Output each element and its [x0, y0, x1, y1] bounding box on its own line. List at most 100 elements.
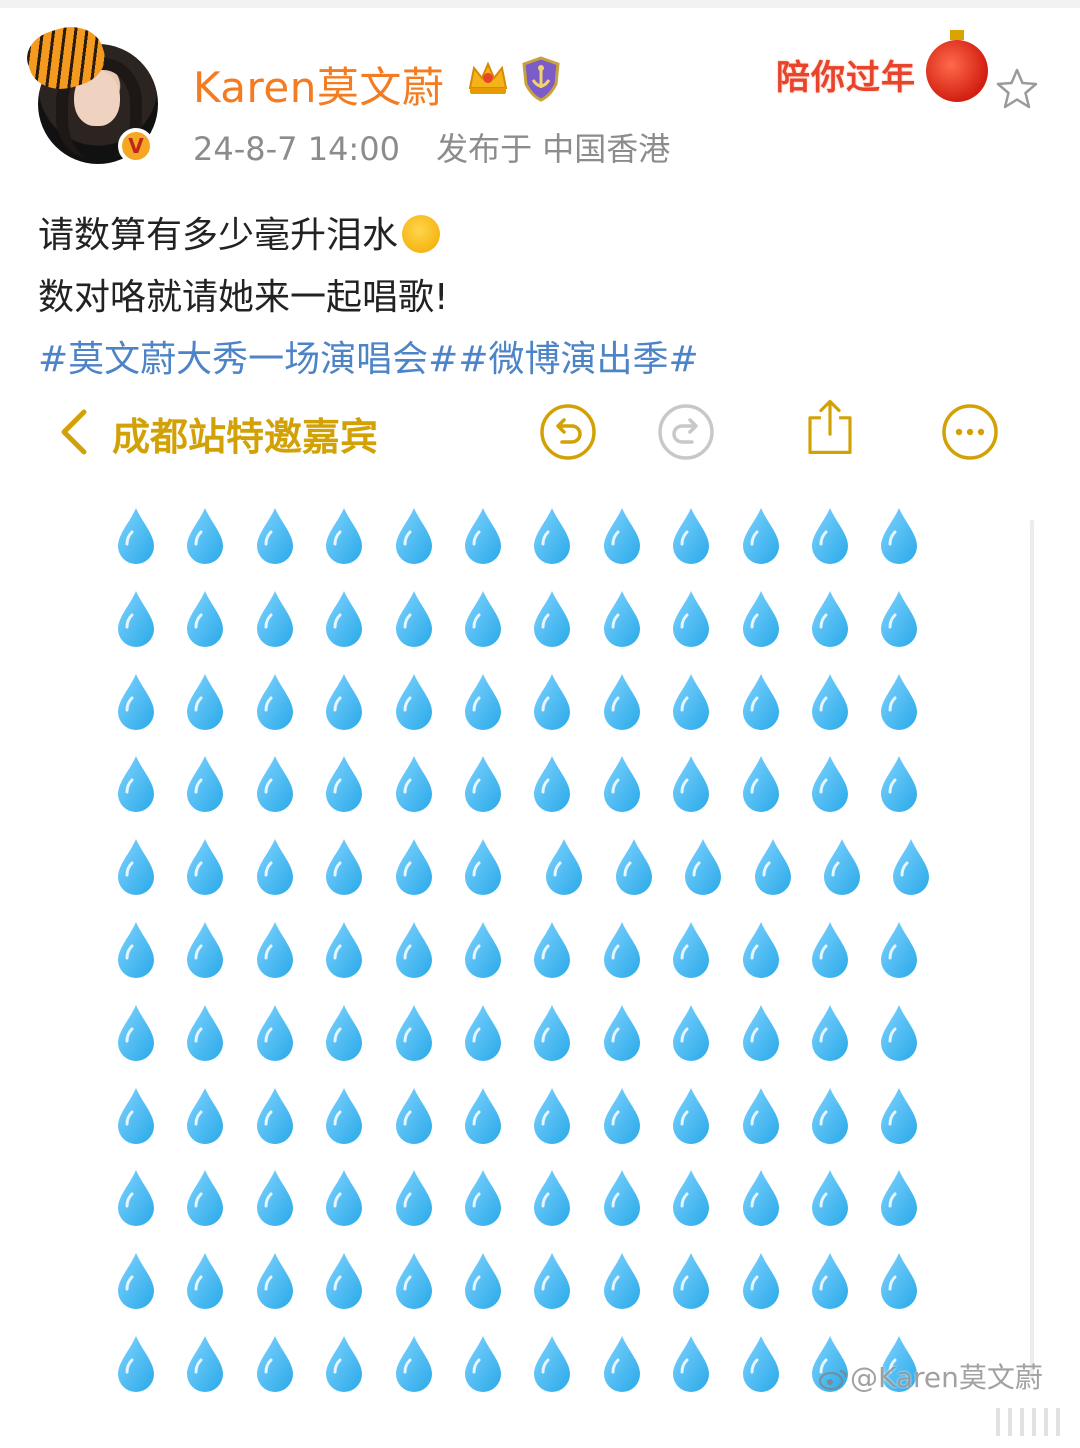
water-drop-icon — [326, 1087, 363, 1144]
post-timestamp: 24-8-7 14:00 — [193, 130, 400, 168]
water-drop-icon — [256, 839, 293, 896]
water-drop-icon — [603, 673, 640, 730]
water-drop-icon — [685, 839, 722, 896]
water-drop-icon — [534, 1004, 571, 1061]
water-drop-icon — [673, 1170, 710, 1227]
water-drop-icon — [256, 590, 293, 647]
water-drop-icon — [603, 1336, 640, 1392]
water-drop-icon — [326, 590, 363, 647]
watermark-text: @Karen莫文蔚 — [850, 1361, 1043, 1394]
water-drop-icon — [812, 673, 848, 730]
water-drop-icon — [465, 756, 501, 813]
water-drop-icon — [465, 1004, 501, 1061]
water-drop-icon — [673, 1336, 710, 1392]
water-drop-icon — [256, 508, 293, 564]
water-drop-icon — [326, 756, 363, 813]
water-drop-icon — [465, 508, 501, 564]
water-drop-icon — [615, 839, 652, 896]
water-drop-icon — [326, 1336, 363, 1392]
notes-toolbar: 成都站特邀嘉宾 — [0, 392, 1080, 472]
water-drop-icon — [754, 839, 791, 896]
water-drop-icon — [742, 673, 779, 730]
water-drop-icon — [187, 1170, 224, 1227]
water-drop-icon — [326, 839, 363, 896]
water-drop-icon — [742, 922, 779, 978]
water-drop-icon — [603, 508, 640, 564]
water-drop-icon — [187, 922, 224, 978]
water-drop-icon — [812, 1170, 848, 1227]
post-meta: 24-8-7 14:00 发布于 中国香港 — [193, 124, 670, 170]
water-drop-icon — [326, 922, 363, 978]
water-drop-icon — [326, 508, 363, 564]
more-options-icon[interactable] — [940, 402, 1000, 462]
water-drop-icon — [812, 590, 848, 647]
water-drop-icon — [256, 1253, 293, 1310]
water-drop-icon — [534, 922, 571, 978]
water-drop-icon — [742, 1087, 779, 1144]
water-drop-icon — [118, 508, 154, 564]
water-drop-icon — [742, 590, 779, 647]
water-drop-icon — [187, 590, 224, 647]
shield-icon — [522, 56, 560, 102]
username[interactable]: Karen莫文蔚 — [193, 54, 444, 115]
water-drop-icon — [534, 1087, 571, 1144]
promo-label: 陪你过年 — [776, 58, 916, 98]
watermark-barcode — [996, 1408, 1066, 1436]
water-drop-icon — [534, 508, 571, 564]
water-drop-icon — [881, 673, 918, 730]
notes-title: 成都站特邀嘉宾 — [112, 415, 379, 459]
post-location: 发布于 中国香港 — [436, 130, 671, 168]
water-drop-icon — [187, 1087, 224, 1144]
hashtag-links[interactable]: #莫文蔚大秀一场演唱会##微博演出季# — [38, 330, 699, 382]
water-drop-icon — [395, 590, 432, 647]
water-drop-icon — [395, 1004, 432, 1061]
favorite-star-icon[interactable] — [994, 66, 1040, 112]
post-line-1-text: 请数算有多少毫升泪水 — [38, 215, 399, 256]
water-drop-icon — [187, 1004, 224, 1061]
water-drop-icon — [603, 590, 640, 647]
water-drop-icon — [465, 839, 501, 896]
water-drop-icon — [395, 673, 432, 730]
water-drop-icon — [187, 508, 224, 564]
water-drop-icon — [534, 756, 571, 813]
avatar[interactable]: V — [20, 17, 158, 164]
water-drop-icon — [812, 756, 848, 813]
water-drop-icon — [881, 1170, 918, 1227]
water-drop-icon — [395, 922, 432, 978]
water-drop-icon — [824, 839, 860, 896]
water-drop-icon — [465, 673, 501, 730]
post-line-2: 数对咯就请她来一起唱歌! — [38, 277, 449, 318]
water-drop-icon — [326, 1004, 363, 1061]
water-drop-icon — [742, 508, 779, 564]
water-drop-icon — [256, 1170, 293, 1227]
water-drop-icon — [673, 1253, 710, 1310]
water-drop-icon — [881, 1087, 918, 1144]
water-drop-icon — [812, 1087, 848, 1144]
back-chevron-icon[interactable] — [56, 406, 90, 458]
undo-icon[interactable] — [538, 402, 598, 462]
water-drop-icon — [812, 1253, 848, 1310]
water-drop-icon — [893, 839, 930, 896]
water-drop-icon — [534, 673, 571, 730]
water-drop-icon — [187, 839, 224, 896]
redo-icon[interactable] — [656, 402, 716, 462]
share-icon[interactable] — [800, 396, 860, 456]
water-drop-icon — [534, 590, 571, 647]
scrollbar[interactable] — [1030, 520, 1034, 1380]
water-drop-icon — [395, 1170, 432, 1227]
water-drop-icon — [187, 1336, 224, 1392]
water-drop-icon — [395, 508, 432, 564]
water-drop-icon — [118, 922, 154, 978]
water-drop-icon — [118, 1087, 154, 1144]
water-drop-icon — [603, 756, 640, 813]
top-divider — [0, 0, 1080, 8]
verified-badge: V — [118, 128, 154, 164]
water-drop-icon — [603, 1253, 640, 1310]
water-drop-icon — [603, 922, 640, 978]
water-drop-icon — [118, 1253, 154, 1310]
water-drop-grid — [0, 500, 1080, 1400]
promo-banner[interactable]: 陪你过年 — [770, 30, 1010, 108]
water-drop-icon — [395, 756, 432, 813]
water-drop-icon — [742, 1253, 779, 1310]
water-drop-icon — [465, 1336, 501, 1392]
